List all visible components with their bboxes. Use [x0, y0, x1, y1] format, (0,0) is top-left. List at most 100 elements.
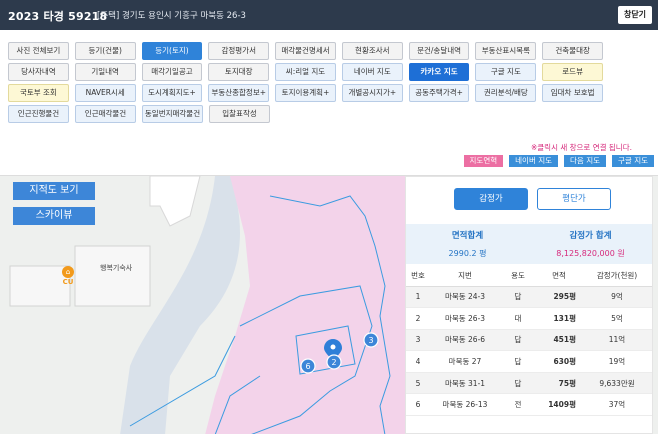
- row-area: 451평: [536, 329, 582, 352]
- column-header-use: 용도: [500, 266, 536, 287]
- row-lot: 마북동 31-1: [430, 372, 500, 395]
- property-address: [주택] 경기도 용인시 기흥구 마북동 26-3: [97, 11, 246, 21]
- registry-building-button[interactable]: 등기(건물): [74, 42, 136, 60]
- parcel-table: 번호 지번 용도 면적 감정가(천원) 1 마북동 24-3 답 295평 9억…: [406, 266, 652, 417]
- row-lot: 마북동 27: [430, 350, 500, 373]
- row-use: 답: [500, 286, 536, 309]
- table-row[interactable]: 4 마북동 27 답 630평 19억: [406, 350, 652, 373]
- poi-cu-store[interactable]: ⌂ CU: [60, 266, 76, 286]
- row-area: 75평: [536, 372, 582, 395]
- row-area: 1409평: [536, 393, 582, 417]
- area-total: 면적합계 2990.2 평: [406, 229, 529, 259]
- rights-analysis-button[interactable]: 권리분석/배당: [475, 84, 537, 102]
- tab-price-per-pyeong[interactable]: 평단가: [537, 188, 611, 210]
- location-pin-dot: [330, 344, 336, 350]
- price-total-value: 8,125,820,000 원: [556, 249, 625, 258]
- row-lot: 마북동 26-13: [430, 393, 500, 417]
- area-total-value: 2990.2 평: [448, 249, 487, 258]
- apartment-price-button[interactable]: 공동주택가격+: [408, 84, 470, 102]
- column-header-area: 면적: [536, 266, 582, 287]
- row-no: 5: [406, 372, 430, 395]
- table-row[interactable]: 3 마북동 26-6 답 451평 11억: [406, 329, 652, 352]
- row-price: 11억: [582, 329, 652, 352]
- new-window-notice: ※클릭시 새 창으로 연결 됩니다.: [530, 143, 632, 152]
- sale-date-notice-button[interactable]: 매각기일공고: [141, 63, 203, 81]
- party-details-button[interactable]: 당사자내역: [8, 63, 69, 81]
- row-use: 전: [500, 393, 536, 417]
- molit-lookup-button[interactable]: 국토부 조회: [8, 84, 69, 102]
- area-total-label: 면적합계: [451, 231, 484, 241]
- date-details-button[interactable]: 기일내역: [74, 63, 136, 81]
- row-area: 131평: [536, 307, 582, 330]
- table-row[interactable]: 2 마북동 26-3 대 131평 5억: [406, 307, 652, 330]
- same-lot-sold-button[interactable]: 동일번지매각물건: [142, 105, 203, 123]
- roadview-button[interactable]: 로드뷰: [542, 63, 604, 81]
- row-use: 답: [500, 329, 536, 352]
- column-header-lot: 지번: [430, 266, 500, 287]
- urban-plan-map-button[interactable]: 도시계획지도+: [141, 84, 203, 102]
- row-no: 4: [406, 350, 430, 373]
- registry-land-button[interactable]: 등기(토지): [141, 42, 203, 60]
- map-history-link[interactable]: 지도연혁: [463, 155, 504, 167]
- building-ledger-button[interactable]: 건축물대장: [542, 42, 604, 60]
- button-row-4: 인근진행물건 인근매각물건 동일번지매각물건 입찰표작성: [8, 105, 603, 123]
- lease-protection-button[interactable]: 임대차 보호법: [542, 84, 604, 102]
- naver-price-button[interactable]: NAVER시세: [74, 84, 136, 102]
- property-list-button[interactable]: 부동산표시목록: [475, 42, 537, 60]
- land-use-plan-button[interactable]: 토지이용계획+: [275, 84, 336, 102]
- row-area: 295평: [536, 286, 582, 309]
- kakao-map-button[interactable]: 카카오 지도: [408, 63, 470, 81]
- table-row[interactable]: 1 마북동 24-3 답 295평 9억: [406, 286, 652, 309]
- column-header-no: 번호: [406, 266, 430, 287]
- document-delivery-button[interactable]: 문건/송달내역: [408, 42, 470, 60]
- google-map-button[interactable]: 구글 지도: [475, 63, 537, 81]
- panel-tabs: 감정가 평단가: [454, 188, 611, 210]
- column-header-price: 감정가(천원): [582, 266, 652, 287]
- row-use: 답: [500, 350, 536, 373]
- summary-box: 면적합계 2990.2 평 감정가 합계 8,125,820,000 원: [406, 224, 652, 264]
- table-row[interactable]: 6 마북동 26-13 전 1409평 37억: [406, 393, 652, 417]
- button-row-3: 국토부 조회 NAVER시세 도시계획지도+ 부동산종합정보+ 토지이용계획+ …: [8, 84, 604, 102]
- row-use: 대: [500, 307, 536, 330]
- row-price: 19억: [582, 350, 652, 373]
- row-no: 3: [406, 329, 430, 352]
- appraisal-report-button[interactable]: 감정평가서: [208, 42, 270, 60]
- bid-form-button[interactable]: 입찰표작성: [209, 105, 270, 123]
- official-land-price-button[interactable]: 개별공시지가+: [341, 84, 403, 102]
- row-price: 5억: [582, 307, 652, 330]
- button-row-1: 사진 전체보기 등기(건물) 등기(토지) 감정평가서 매각물건명세서 현황조사…: [8, 42, 604, 60]
- title-bar: 2023 타경 59218 [주택] 경기도 용인시 기흥구 마북동 26-3 …: [0, 0, 658, 30]
- google-map-link[interactable]: 구글 지도: [612, 155, 654, 167]
- land-ledger-button[interactable]: 토지대장: [208, 63, 270, 81]
- sale-statement-button[interactable]: 매각물건명세서: [275, 42, 336, 60]
- button-row-2: 당사자내역 기일내역 매각기일공고 토지대장 씨:리얼 지도 네이버 지도 카카…: [8, 63, 604, 81]
- parcel-marker-6-label: 6: [305, 362, 310, 371]
- row-no: 1: [406, 286, 430, 309]
- row-no: 2: [406, 307, 430, 330]
- close-window-button[interactable]: 창닫기: [618, 6, 652, 24]
- serial-map-button[interactable]: 씨:리얼 지도: [275, 63, 336, 81]
- tab-appraisal-price[interactable]: 감정가: [454, 188, 528, 210]
- naver-map-button[interactable]: 네이버 지도: [341, 63, 403, 81]
- price-total: 감정가 합계 8,125,820,000 원: [529, 229, 652, 259]
- real-estate-info-button[interactable]: 부동산종합정보+: [208, 84, 270, 102]
- nearby-ongoing-button[interactable]: 인근진행물건: [8, 105, 69, 123]
- price-total-label: 감정가 합계: [569, 231, 612, 241]
- table-header-row: 번호 지번 용도 면적 감정가(천원): [406, 266, 652, 287]
- row-lot: 마북동 26-3: [430, 307, 500, 330]
- row-use: 답: [500, 372, 536, 395]
- status-survey-button[interactable]: 현황조사서: [341, 42, 403, 60]
- map-link-bar: 지도연혁 네이버 지도 다음 지도 구글 지도: [463, 155, 654, 167]
- daum-map-link[interactable]: 다음 지도: [564, 155, 607, 167]
- row-price: 37억: [582, 393, 652, 417]
- row-lot: 마북동 24-3: [430, 286, 500, 309]
- parcel-marker-3-label: 3: [368, 336, 373, 345]
- nearby-sold-button[interactable]: 인근매각물건: [75, 105, 136, 123]
- case-title: 2023 타경 59218: [8, 10, 108, 23]
- naver-map-link[interactable]: 네이버 지도: [509, 155, 559, 167]
- row-area: 630평: [536, 350, 582, 373]
- row-no: 6: [406, 393, 430, 417]
- document-button-grid: 사진 전체보기 등기(건물) 등기(토지) 감정평가서 매각물건명세서 현황조사…: [8, 42, 604, 126]
- table-row[interactable]: 5 마북동 31-1 답 75평 9,633만원: [406, 372, 652, 395]
- photo-all-button[interactable]: 사진 전체보기: [8, 42, 69, 60]
